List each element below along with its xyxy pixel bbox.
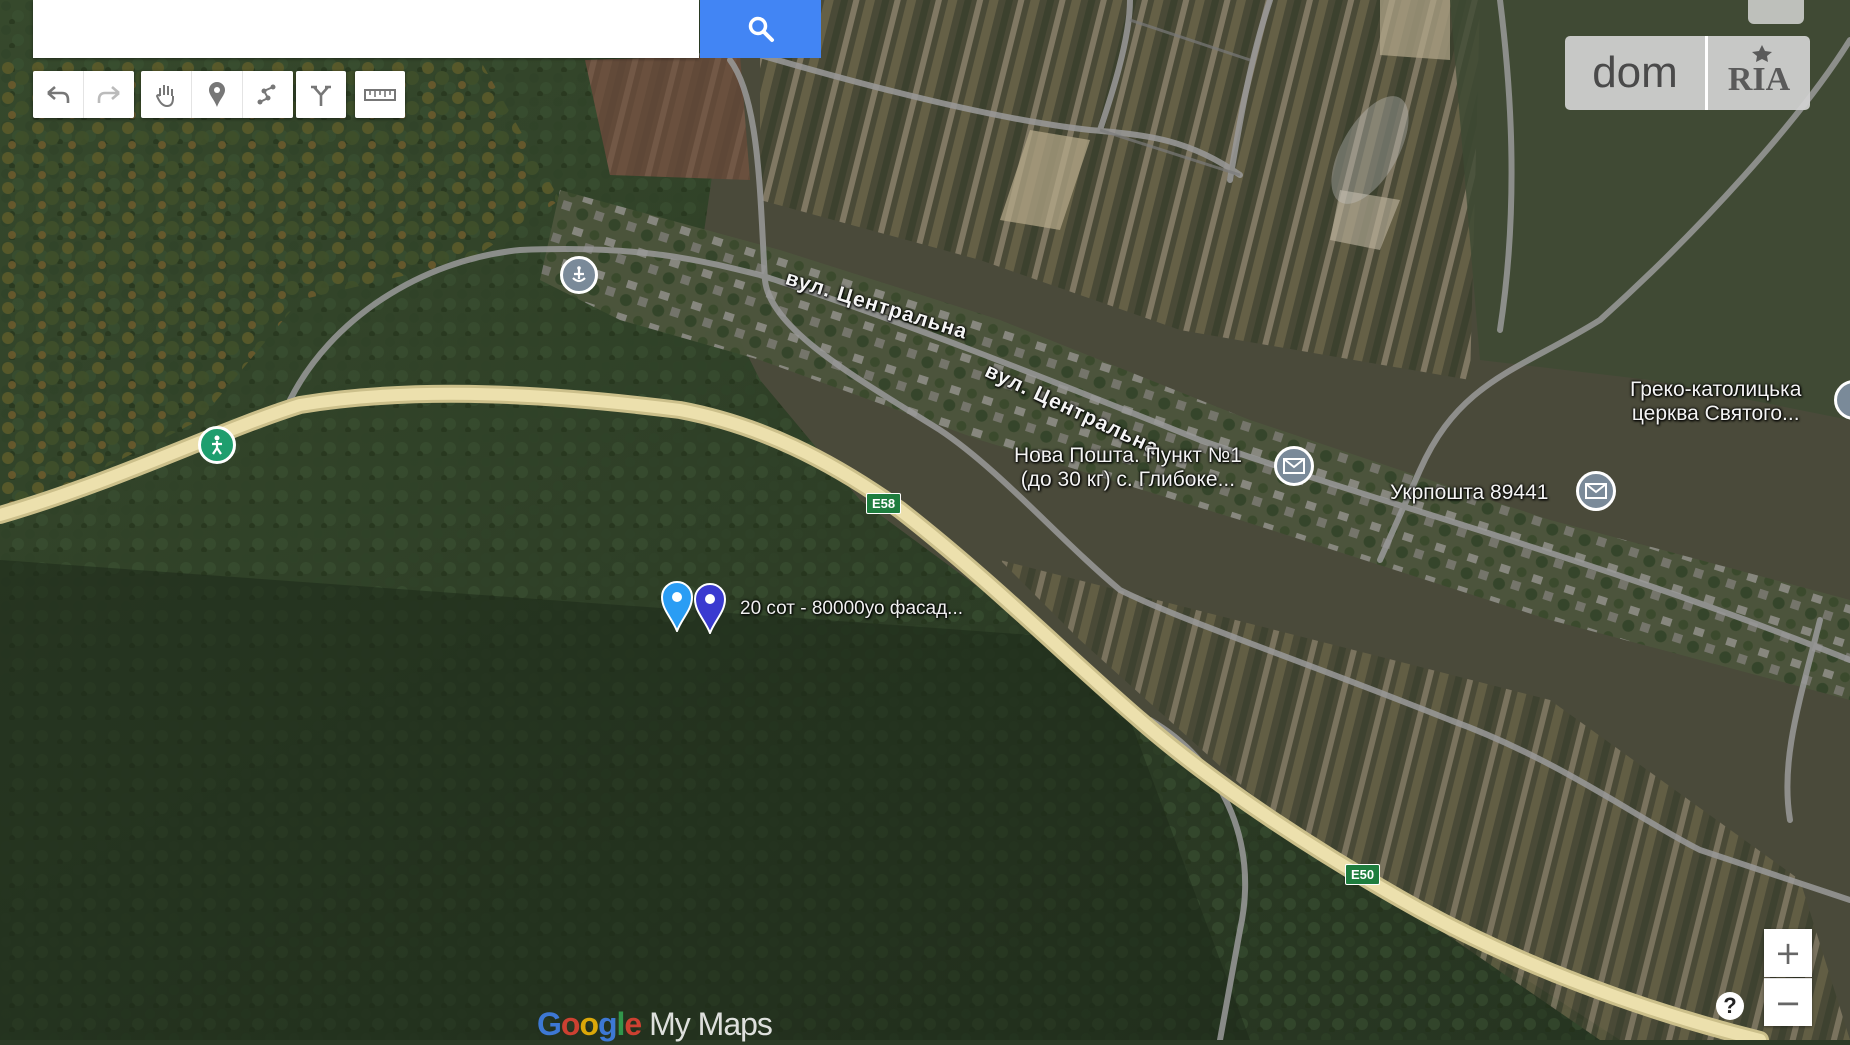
directions-button[interactable] [296,71,346,118]
logo-ria-label: RIA [1727,61,1791,98]
mail-icon [1283,458,1305,474]
church-label-line1: Греко-католицька [1630,378,1802,401]
measure-toolbar [355,71,405,118]
mail-icon [1585,483,1607,499]
map-pin-icon [693,583,727,636]
nova-poshta-label-line1: Нова Пошта. Пункт №1 [1014,444,1242,467]
google-word: Google [537,1006,642,1042]
zoom-in-button[interactable]: + [1764,929,1812,977]
church-label-line2: церква Святого... [1631,402,1800,425]
map-pin-icon [660,581,694,634]
anchor-poi-marker[interactable] [560,256,598,294]
nova-poshta-label: Нова Пошта. Пункт №1 (до 30 кг) с. Глибо… [1014,444,1242,492]
draw-line-icon [257,84,276,104]
search-input[interactable] [33,0,699,58]
undo-icon [47,85,70,103]
redo-button[interactable] [84,71,134,118]
hiking-icon [212,435,222,455]
help-button[interactable]: ? [1716,992,1744,1020]
ukrposhta-label: Укрпошта 89441 [1390,481,1549,504]
logo-dom-text: dom [1565,36,1708,110]
measure-button[interactable] [355,71,405,118]
nova-poshta-label-line2: (до 30 кг) с. Глибоке... [1020,468,1236,491]
dom-ria-logo: dom RIA [1565,36,1810,110]
history-toolbar [33,71,134,118]
ruler-icon [364,88,396,101]
directions-toolbar [296,71,346,118]
map-canvas[interactable]: E58 E50 вул. Центральна вул. Центральна … [0,0,1850,1045]
hand-icon [155,84,174,107]
zoom-out-button[interactable]: − [1764,978,1812,1026]
directions-icon [311,85,331,106]
nova-poshta-marker[interactable] [1274,446,1314,486]
search-icon [748,16,774,42]
listing-marker-light[interactable] [660,580,694,637]
add-marker-button[interactable] [192,71,243,118]
church-label: Греко-католицька церква Святого... [1630,378,1801,426]
ukrposhta-marker[interactable] [1576,471,1616,511]
draw-line-button[interactable] [243,71,293,118]
mymaps-word: My Maps [649,1006,773,1042]
search-button[interactable] [700,0,821,58]
listing-marker-dark[interactable] [693,582,727,639]
hand-tool-button[interactable] [141,71,192,118]
redo-icon [97,85,120,103]
avatar[interactable] [1748,0,1804,24]
google-my-maps-attribution: Google My Maps [537,1006,773,1043]
add-marker-icon [209,81,225,107]
anchor-icon [572,266,586,283]
satellite-imagery [0,0,1850,1045]
listing-label: 20 сот - 80000уо фасад... [740,598,963,619]
hiking-poi-marker[interactable] [198,426,236,464]
logo-ria-text: RIA [1708,36,1810,110]
star-icon [1752,45,1772,62]
tools-toolbar [141,71,293,118]
undo-button[interactable] [33,71,84,118]
road-shield-e58: E58 [866,493,902,514]
road-shield-e50: E50 [1345,864,1381,885]
